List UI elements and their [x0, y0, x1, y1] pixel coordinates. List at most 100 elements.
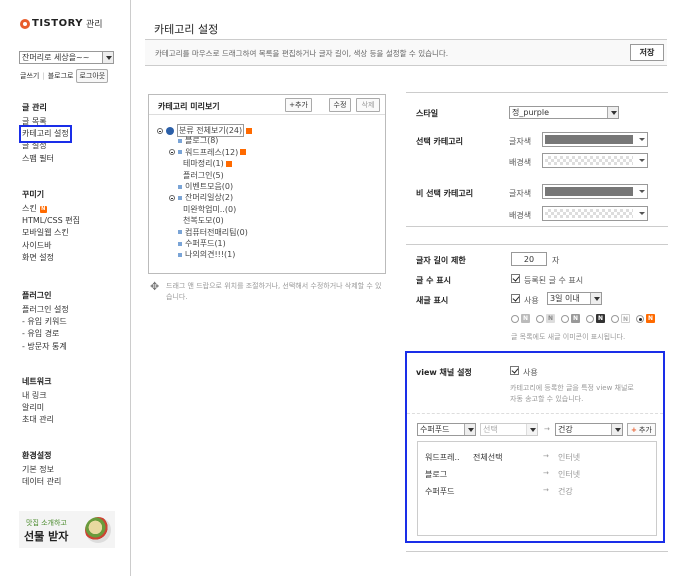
collapse-icon[interactable]: [169, 194, 175, 201]
chevron-down-icon: [526, 424, 537, 435]
new-period-select[interactable]: 3일 이내: [547, 292, 602, 305]
logo-sub: 관리: [85, 20, 103, 30]
tree-node[interactable]: 미완학업미..(0): [183, 204, 236, 215]
nav-group-preferences: 환경설정 기본 정보 데이터 관리: [22, 450, 61, 488]
blog-select-value: 잔머리로 세상을~~: [22, 53, 90, 62]
new-display-use: 사용: [524, 296, 539, 305]
view-subcategory-select[interactable]: 선택: [480, 423, 538, 436]
chevron-down-icon: [639, 190, 645, 193]
nav-item-invites[interactable]: 초대 관리: [22, 414, 54, 426]
new-icon-radio-5[interactable]: [611, 315, 619, 323]
tree-node[interactable]: 컴퓨터전매리팀(0): [169, 227, 248, 238]
new-icon-radio-1[interactable]: [511, 315, 519, 323]
new-display-label: 새글 표시: [416, 296, 449, 305]
view-channel-use: 사용: [523, 368, 538, 377]
new-icon-radio-6[interactable]: [636, 315, 644, 323]
nav-item-html-css[interactable]: HTML/CSS 편집: [22, 215, 80, 227]
new-badge-icon: [240, 149, 247, 156]
add-category-button[interactable]: +추가: [285, 98, 312, 112]
edit-category-button[interactable]: 수정: [329, 98, 351, 112]
write-link[interactable]: 글쓰기: [20, 71, 39, 81]
nav-item-inflow-keywords[interactable]: - 유입 키워드: [22, 316, 69, 328]
nav-item-sidebar[interactable]: 사이드바: [22, 240, 80, 252]
unselected-bg-color-picker[interactable]: [542, 206, 648, 221]
ad-banner[interactable]: 맛집 소개하고 선물 받자: [19, 511, 115, 548]
new-badge: N: [39, 205, 47, 213]
unselected-text-color-label: 글자색: [509, 189, 532, 198]
nav-group-title: 글 관리: [22, 103, 47, 112]
count-display-checkbox[interactable]: [511, 274, 520, 283]
selected-bg-color-picker[interactable]: [542, 153, 648, 168]
new-display-note: 글 목록에도 새글 이미콘이 표시됩니다.: [511, 333, 626, 341]
chevron-down-icon: [611, 424, 622, 435]
nav-item-basic-info[interactable]: 기본 정보: [22, 464, 61, 476]
tistory-logo-icon: [20, 18, 30, 29]
selected-text-color-picker[interactable]: [542, 132, 648, 147]
view-target-select[interactable]: 건강: [555, 423, 623, 436]
collapse-icon[interactable]: [157, 127, 163, 134]
nav-item-skin[interactable]: 스킨 N: [22, 203, 80, 215]
new-icon-radio-3[interactable]: [561, 315, 569, 323]
nav-group-title: 환경설정: [22, 451, 52, 460]
tree-node[interactable]: 나의의견!!!(1): [169, 249, 235, 260]
nav-item-screen-settings[interactable]: 화면 설정: [22, 252, 80, 264]
page-description: 카테고리를 마우스로 드래그하여 목록을 편집하거나 글자 길이, 색상 등을 …: [155, 49, 449, 58]
tree-node[interactable]: 블로그(8): [169, 135, 218, 146]
view-add-label: 추가: [638, 425, 652, 434]
nav-item-visitor-stats[interactable]: - 방문자 통계: [22, 341, 69, 353]
root-icon: [166, 126, 174, 135]
nav-item-inflow-path[interactable]: - 유입 경로: [22, 328, 69, 340]
nav-item-post-list[interactable]: 글 목록: [22, 116, 69, 128]
collapse-icon[interactable]: [169, 149, 175, 156]
chevron-down-icon: [607, 107, 618, 118]
folder-bullet-icon: [178, 150, 182, 155]
nav-item-spam-filter[interactable]: 스팸 필터: [22, 153, 69, 165]
new-badge-icon: [225, 160, 232, 167]
view-channel-checkbox[interactable]: [510, 366, 519, 375]
tree-node[interactable]: 수퍼푸드(1): [169, 238, 226, 249]
nav-item-post-settings[interactable]: 글 설정: [22, 140, 69, 152]
chevron-down-icon: [102, 52, 113, 63]
length-limit-input[interactable]: 20: [511, 252, 547, 266]
color-swatch: [545, 187, 633, 196]
tree-node[interactable]: 천복도모(0): [183, 215, 224, 226]
selected-bg-color-label: 배경색: [509, 158, 532, 167]
view-row-1-channel: 전체선택: [473, 453, 503, 462]
nav-item-my-links[interactable]: 내 링크: [22, 390, 54, 402]
nav-item-data-manage[interactable]: 데이터 관리: [22, 476, 61, 488]
new-icon-radio-4[interactable]: [586, 315, 594, 323]
view-row-3-target: 건강: [558, 487, 573, 496]
new-icon-radio-2[interactable]: [536, 315, 544, 323]
tistory-logo[interactable]: TISTORY 관리: [20, 17, 103, 30]
nav-group-title: 플러그인: [22, 291, 52, 300]
logout-button[interactable]: 로그아웃: [76, 69, 109, 83]
view-category-select[interactable]: 수퍼푸드: [417, 423, 476, 436]
nav-item-plugin-settings[interactable]: 플러그인 설정: [22, 304, 69, 316]
view-add-button[interactable]: + 추가: [627, 423, 656, 436]
save-button[interactable]: 저장: [630, 44, 664, 61]
tree-node[interactable]: 플러그인(5): [183, 170, 224, 181]
tree-node[interactable]: 잔머리일상(2): [169, 192, 233, 203]
style-select[interactable]: 정_purple: [509, 106, 619, 119]
folder-bullet-icon: [178, 252, 182, 257]
tree-node[interactable]: 이벤트모음(0): [169, 181, 233, 192]
nav-item-mobile-skin[interactable]: 모바일웹 스킨: [22, 227, 80, 239]
nav-item-notifier[interactable]: 알리미: [22, 402, 54, 414]
new-display-checkbox[interactable]: [511, 294, 520, 303]
new-icon-style-2: N: [546, 314, 555, 323]
tree-node-label: 천복도모(0): [183, 216, 224, 226]
chevron-down-icon: [639, 212, 645, 215]
unselected-text-color-picker[interactable]: [542, 184, 648, 199]
nav-item-category-settings[interactable]: 카테고리 설정: [19, 125, 72, 144]
tree-node[interactable]: 워드프레스(12): [169, 147, 247, 158]
tree-node[interactable]: 테마정리(1): [183, 158, 232, 169]
link-separator: |: [42, 72, 45, 80]
go-blog-link[interactable]: 블로그로: [48, 71, 74, 81]
blog-select[interactable]: 잔머리로 세상을~~: [19, 51, 114, 64]
view-divider: [407, 413, 663, 414]
top-links: 글쓰기 | 블로그로 로그아웃: [20, 69, 109, 83]
folder-bullet-icon: [178, 241, 182, 246]
count-display-option: 등록된 글 수 표시: [524, 276, 584, 285]
view-row-3-category: 수퍼푸드: [425, 487, 455, 496]
delete-category-button[interactable]: 삭제: [356, 98, 380, 112]
